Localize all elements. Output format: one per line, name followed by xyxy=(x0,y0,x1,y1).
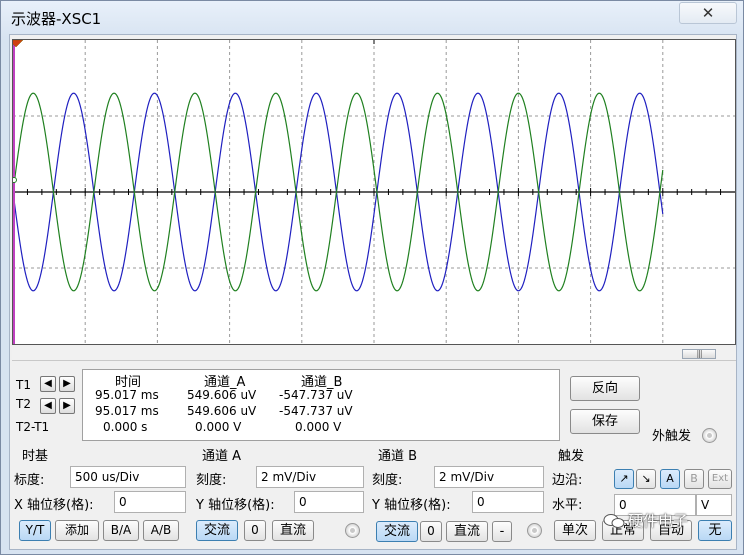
channel-b-dc-button[interactable]: 直流 xyxy=(446,521,488,542)
t2-t1-label: T2-T1 xyxy=(16,420,50,434)
mode-ba-button[interactable]: B/A xyxy=(103,520,139,541)
rising-edge-icon: ↗ xyxy=(619,472,629,485)
close-button[interactable]: ✕ xyxy=(679,2,737,24)
t2-t1-time: 0.000 s xyxy=(103,420,148,434)
arrow-right-icon: ▶ xyxy=(63,378,71,389)
trigger-level-unit[interactable]: V xyxy=(696,494,732,516)
t2-channel-a: 549.606 uV xyxy=(187,404,257,418)
grip-icon: ||| xyxy=(696,349,702,358)
trigger-rising-edge-button[interactable]: ↗ xyxy=(614,469,634,489)
channel-a-zero-button[interactable]: 0 xyxy=(244,520,266,541)
timebase-scale-field[interactable]: 500 us/Div xyxy=(70,466,186,488)
channel-a-terminal[interactable] xyxy=(345,523,360,538)
trigger-source-ext-button[interactable]: Ext xyxy=(708,469,732,489)
x-position-field[interactable]: 0 xyxy=(114,491,186,513)
x-position-label: X 轴位移(格): xyxy=(14,498,94,513)
channel-b-negative-button[interactable]: - xyxy=(492,521,512,542)
t1-label: T1 xyxy=(16,378,31,392)
timebase-scale-label: 标度: xyxy=(14,473,45,488)
channel-a-title: 通道 A xyxy=(202,449,242,464)
channel-b-scale-label: 刻度: xyxy=(372,473,403,488)
t1-channel-a: 549.606 uV xyxy=(187,388,257,402)
trigger-falling-edge-button[interactable]: ↘ xyxy=(636,469,656,489)
mode-add-button[interactable]: 添加 xyxy=(55,520,99,541)
t2-time: 95.017 ms xyxy=(95,404,159,418)
channel-b-ypos-label: Y 轴位移(格): xyxy=(372,498,451,513)
t2-t1-channel-b: 0.000 V xyxy=(295,420,342,434)
trigger-edge-label: 边沿: xyxy=(552,473,583,488)
mode-ab-button[interactable]: A/B xyxy=(143,520,179,541)
instrument-panel: ||| T1 ◀ ▶ T2 ◀ ▶ T2-T1 时间 通道_A 通道_B 95.… xyxy=(9,34,737,550)
trigger-single-button[interactable]: 单次 xyxy=(554,520,596,541)
horizontal-scrollbar[interactable]: ||| xyxy=(12,347,736,361)
trace-marker-icon xyxy=(13,177,17,183)
save-button[interactable]: 保存 xyxy=(570,409,640,434)
t2-t1-channel-a: 0.000 V xyxy=(195,420,242,434)
trigger-none-button[interactable]: 无 xyxy=(698,520,732,541)
reverse-button[interactable]: 反向 xyxy=(570,376,640,401)
t1-left-arrow-button[interactable]: ◀ xyxy=(40,376,56,392)
channel-a-ypos-label: Y 轴位移(格): xyxy=(196,498,275,513)
channel-b-terminal[interactable] xyxy=(527,523,542,538)
timebase-title: 时基 xyxy=(22,449,49,464)
falling-edge-icon: ↘ xyxy=(641,472,651,485)
arrow-left-icon: ◀ xyxy=(44,378,52,389)
title-bar: 示波器-XSC1 ✕ xyxy=(1,1,743,35)
t1-channel-b: -547.737 uV xyxy=(279,388,353,402)
arrow-left-icon: ◀ xyxy=(44,400,52,411)
t2-right-arrow-button[interactable]: ▶ xyxy=(59,398,75,414)
channel-a-scale-field[interactable]: 2 mV/Div xyxy=(256,466,364,488)
channel-b-zero-button[interactable]: 0 xyxy=(420,521,442,542)
scope-display[interactable] xyxy=(12,39,736,345)
trigger-source-a-button[interactable]: A xyxy=(660,469,680,489)
t1-right-arrow-button[interactable]: ▶ xyxy=(59,376,75,392)
t2-label: T2 xyxy=(16,397,31,411)
channel-a-ac-button[interactable]: 交流 xyxy=(196,520,238,541)
trigger-level-label: 水平: xyxy=(552,498,583,513)
ext-trigger-terminal[interactable] xyxy=(702,428,717,443)
scope-plot xyxy=(13,40,735,344)
channel-a-ypos-field[interactable]: 0 xyxy=(294,491,364,513)
cursor-readout-table: 时间 通道_A 通道_B 95.017 ms 549.606 uV -547.7… xyxy=(82,369,560,441)
channel-a-scale-label: 刻度: xyxy=(196,473,227,488)
channel-a-dc-button[interactable]: 直流 xyxy=(272,520,314,541)
ext-trigger-label: 外触发 xyxy=(652,429,692,444)
window-title: 示波器-XSC1 xyxy=(11,10,102,28)
channel-b-scale-field[interactable]: 2 mV/Div xyxy=(434,466,544,488)
t2-channel-b: -547.737 uV xyxy=(279,404,353,418)
channel-b-title: 通道 B xyxy=(378,449,418,464)
wechat-icon xyxy=(603,514,625,528)
trigger-title: 触发 xyxy=(558,449,585,464)
close-icon: ✕ xyxy=(701,4,715,22)
trigger-source-b-button[interactable]: B xyxy=(684,469,704,489)
mode-yt-button[interactable]: Y/T xyxy=(19,520,51,541)
t2-left-arrow-button[interactable]: ◀ xyxy=(40,398,56,414)
oscilloscope-window: 示波器-XSC1 ✕ ||| T1 ◀ ▶ T2 ◀ ▶ T2-T1 时间 通道… xyxy=(0,0,744,555)
channel-b-ypos-field[interactable]: 0 xyxy=(472,491,544,513)
channel-b-ac-button[interactable]: 交流 xyxy=(376,521,418,542)
watermark-text: 硬件电子 xyxy=(628,512,689,530)
arrow-right-icon: ▶ xyxy=(63,400,71,411)
t1-time: 95.017 ms xyxy=(95,388,159,402)
scrollbar-thumb[interactable]: ||| xyxy=(682,349,716,359)
